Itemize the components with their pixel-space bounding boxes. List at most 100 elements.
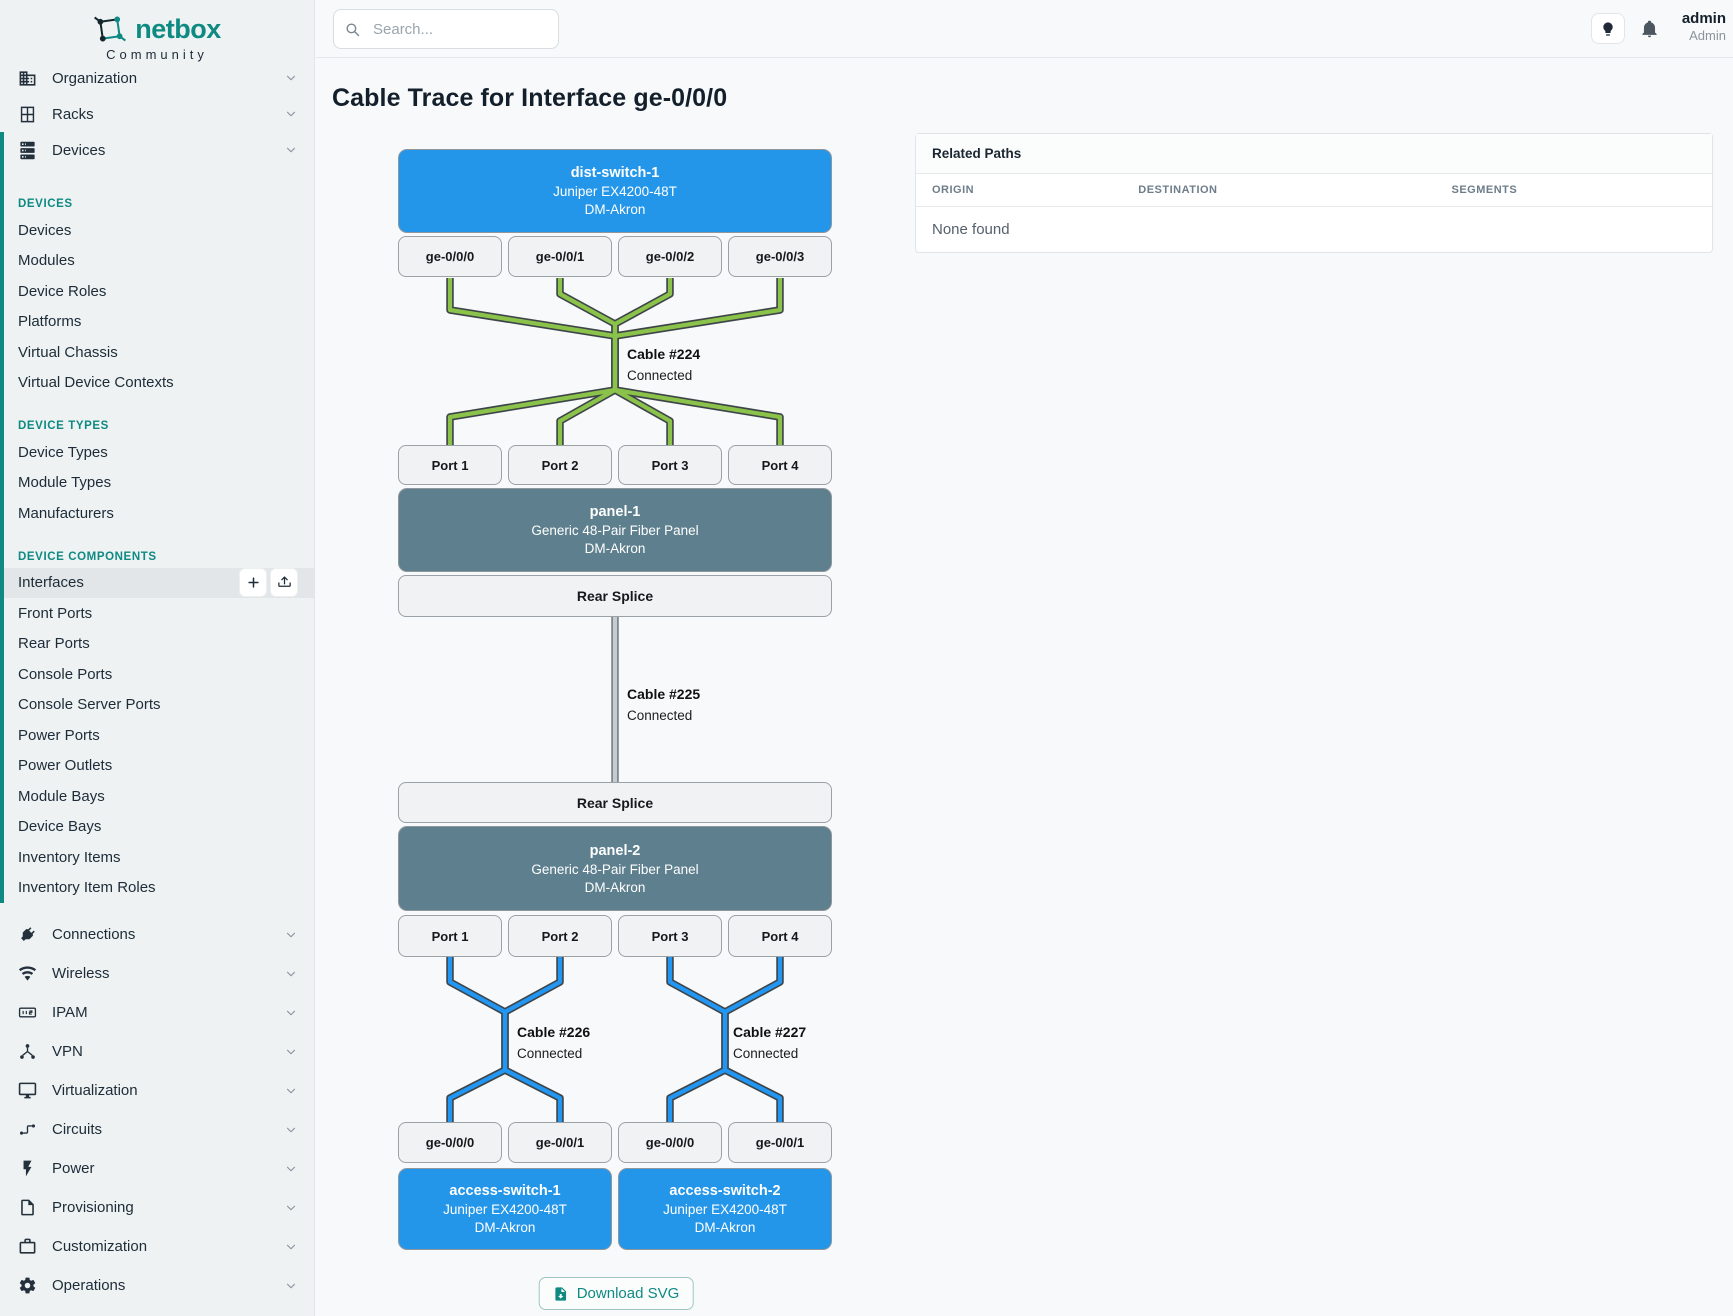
port-box[interactable]: Port 4 bbox=[728, 915, 832, 957]
sidebar-item[interactable]: Power Outlets bbox=[0, 751, 314, 782]
port-label: Port 1 bbox=[432, 458, 469, 473]
chevron-down-icon bbox=[284, 107, 298, 121]
sidebar-item[interactable]: Rear Ports bbox=[0, 629, 314, 660]
sidebar-group-circuits[interactable]: Circuits bbox=[0, 1110, 314, 1149]
sidebar-item[interactable]: Front Ports bbox=[0, 598, 314, 629]
sidebar-group-racks[interactable]: Racks bbox=[0, 96, 314, 132]
port-label: Port 4 bbox=[762, 929, 799, 944]
rear-splice-box-2[interactable]: Rear Splice bbox=[398, 782, 832, 823]
device-site: DM-Akron bbox=[585, 880, 646, 895]
port-box[interactable]: Port 3 bbox=[618, 915, 722, 957]
group-label: Provisioning bbox=[52, 1199, 134, 1216]
interface-box[interactable]: ge-0/0/1 bbox=[728, 1122, 832, 1163]
interface-box[interactable]: ge-0/0/1 bbox=[508, 236, 612, 277]
interface-box[interactable]: ge-0/0/0 bbox=[398, 1122, 502, 1163]
sidebar-bottom-groups: Connections Wireless IPAM VPN Virtualiza… bbox=[0, 915, 314, 1305]
counter-icon bbox=[18, 1003, 37, 1022]
port-box[interactable]: Port 3 bbox=[618, 445, 722, 485]
sidebar-item[interactable]: Inventory Items bbox=[0, 842, 314, 873]
lightbulb-icon bbox=[1600, 21, 1616, 37]
sidebar-group-devices[interactable]: Devices bbox=[0, 132, 314, 168]
cable-status: Connected bbox=[517, 1046, 590, 1061]
sidebar-item[interactable]: Inventory Item Roles bbox=[0, 873, 314, 904]
cable-label-224[interactable]: Cable #224 Connected bbox=[627, 346, 700, 383]
download-svg-button[interactable]: Download SVG bbox=[539, 1277, 694, 1310]
sidebar-item[interactable]: Power Ports bbox=[0, 720, 314, 751]
sidebar-group-vpn[interactable]: VPN bbox=[0, 1032, 314, 1071]
sidebar-item[interactable]: Console Server Ports bbox=[0, 690, 314, 721]
device-node-dist-switch-1[interactable]: dist-switch-1 Juniper EX4200-48T DM-Akro… bbox=[398, 149, 832, 233]
port-label: Port 4 bbox=[762, 458, 799, 473]
sidebar-item[interactable]: Console Ports bbox=[0, 659, 314, 690]
sidebar-group-provisioning[interactable]: Provisioning bbox=[0, 1188, 314, 1227]
circuit-icon bbox=[18, 1120, 37, 1139]
sidebar-item[interactable]: Manufacturers bbox=[0, 498, 314, 529]
sidebar-group-ipam[interactable]: IPAM bbox=[0, 993, 314, 1032]
device-node-panel-2[interactable]: panel-2 Generic 48-Pair Fiber Panel DM-A… bbox=[398, 826, 832, 911]
interface-box[interactable]: ge-0/0/3 bbox=[728, 236, 832, 277]
group-label: Customization bbox=[52, 1238, 147, 1255]
user-menu[interactable]: admin Admin bbox=[1682, 10, 1726, 44]
sidebar-item[interactable]: Modules bbox=[0, 246, 314, 277]
port-box[interactable]: Port 1 bbox=[398, 445, 502, 485]
sidebar-group-customization[interactable]: Customization bbox=[0, 1227, 314, 1266]
device-node-access-switch-2[interactable]: access-switch-2 Juniper EX4200-48T DM-Ak… bbox=[618, 1168, 832, 1250]
interface-box[interactable]: ge-0/0/0 bbox=[398, 236, 502, 277]
port-box[interactable]: Port 2 bbox=[508, 915, 612, 957]
row-actions bbox=[239, 568, 298, 597]
sidebar-item-label: Device Roles bbox=[18, 283, 106, 300]
sidebar-item-label: Power Outlets bbox=[18, 757, 112, 774]
port-box[interactable]: Port 1 bbox=[398, 915, 502, 957]
chevron-down-icon bbox=[284, 1201, 298, 1215]
device-name: access-switch-1 bbox=[449, 1183, 560, 1199]
sidebar-group-virtualization[interactable]: Virtualization bbox=[0, 1071, 314, 1110]
add-button[interactable] bbox=[239, 568, 267, 597]
user-role: Admin bbox=[1682, 28, 1726, 44]
sidebar-item[interactable]: Device Bays bbox=[0, 812, 314, 843]
interface-label: ge-0/0/0 bbox=[426, 249, 474, 264]
group-label: Virtualization bbox=[52, 1082, 138, 1099]
notifications-button[interactable] bbox=[1640, 19, 1659, 38]
cable-label-225[interactable]: Cable #225 Connected bbox=[627, 686, 700, 723]
sidebar-item[interactable]: Module Bays bbox=[0, 781, 314, 812]
interface-box[interactable]: ge-0/0/1 bbox=[508, 1122, 612, 1163]
theme-toggle-button[interactable] bbox=[1591, 13, 1625, 44]
device-site: DM-Akron bbox=[585, 541, 646, 556]
sidebar-item-label: Manufacturers bbox=[18, 505, 114, 522]
interface-label: ge-0/0/1 bbox=[536, 249, 584, 264]
cable-label-227[interactable]: Cable #227 Connected bbox=[733, 1024, 806, 1061]
device-name: panel-1 bbox=[590, 504, 641, 520]
rear-splice-box-1[interactable]: Rear Splice bbox=[398, 575, 832, 617]
import-button[interactable] bbox=[270, 568, 298, 597]
cable-name: Cable #224 bbox=[627, 346, 700, 362]
sidebar-group-connections[interactable]: Connections bbox=[0, 915, 314, 954]
wifi-icon bbox=[18, 964, 37, 983]
search-input[interactable] bbox=[371, 20, 574, 39]
sidebar-item[interactable]: Virtual Device Contexts bbox=[0, 368, 314, 399]
sidebar-group-wireless[interactable]: Wireless bbox=[0, 954, 314, 993]
brand-wordmark: netbox bbox=[135, 14, 221, 45]
port-label: Port 3 bbox=[652, 929, 689, 944]
netbox-logo[interactable]: netbox Community bbox=[0, 0, 314, 60]
sidebar-group-operations[interactable]: Operations bbox=[0, 1266, 314, 1305]
sidebar-item[interactable]: Virtual Chassis bbox=[0, 337, 314, 368]
sidebar-item[interactable]: Interfaces bbox=[0, 568, 314, 599]
device-node-access-switch-1[interactable]: access-switch-1 Juniper EX4200-48T DM-Ak… bbox=[398, 1168, 612, 1250]
sidebar-item[interactable]: Device Types bbox=[0, 437, 314, 468]
sidebar-item[interactable]: Devices bbox=[0, 215, 314, 246]
sidebar-item[interactable]: Device Roles bbox=[0, 276, 314, 307]
sidebar-item[interactable]: Module Types bbox=[0, 468, 314, 499]
rack-icon bbox=[18, 105, 37, 124]
interface-box[interactable]: ge-0/0/2 bbox=[618, 236, 722, 277]
chevron-down-icon bbox=[284, 1162, 298, 1176]
port-box[interactable]: Port 4 bbox=[728, 445, 832, 485]
device-node-panel-1[interactable]: panel-1 Generic 48-Pair Fiber Panel DM-A… bbox=[398, 488, 832, 572]
sidebar-group-power[interactable]: Power bbox=[0, 1149, 314, 1188]
cable-label-226[interactable]: Cable #226 Connected bbox=[517, 1024, 590, 1061]
sidebar-item[interactable]: Platforms bbox=[0, 307, 314, 338]
group-label: IPAM bbox=[52, 1004, 88, 1021]
sidebar-group-organization[interactable]: Organization bbox=[0, 60, 314, 96]
interface-box[interactable]: ge-0/0/0 bbox=[618, 1122, 722, 1163]
cable-trace-diagram: dist-switch-1 Juniper EX4200-48T DM-Akro… bbox=[398, 136, 834, 1316]
port-box[interactable]: Port 2 bbox=[508, 445, 612, 485]
